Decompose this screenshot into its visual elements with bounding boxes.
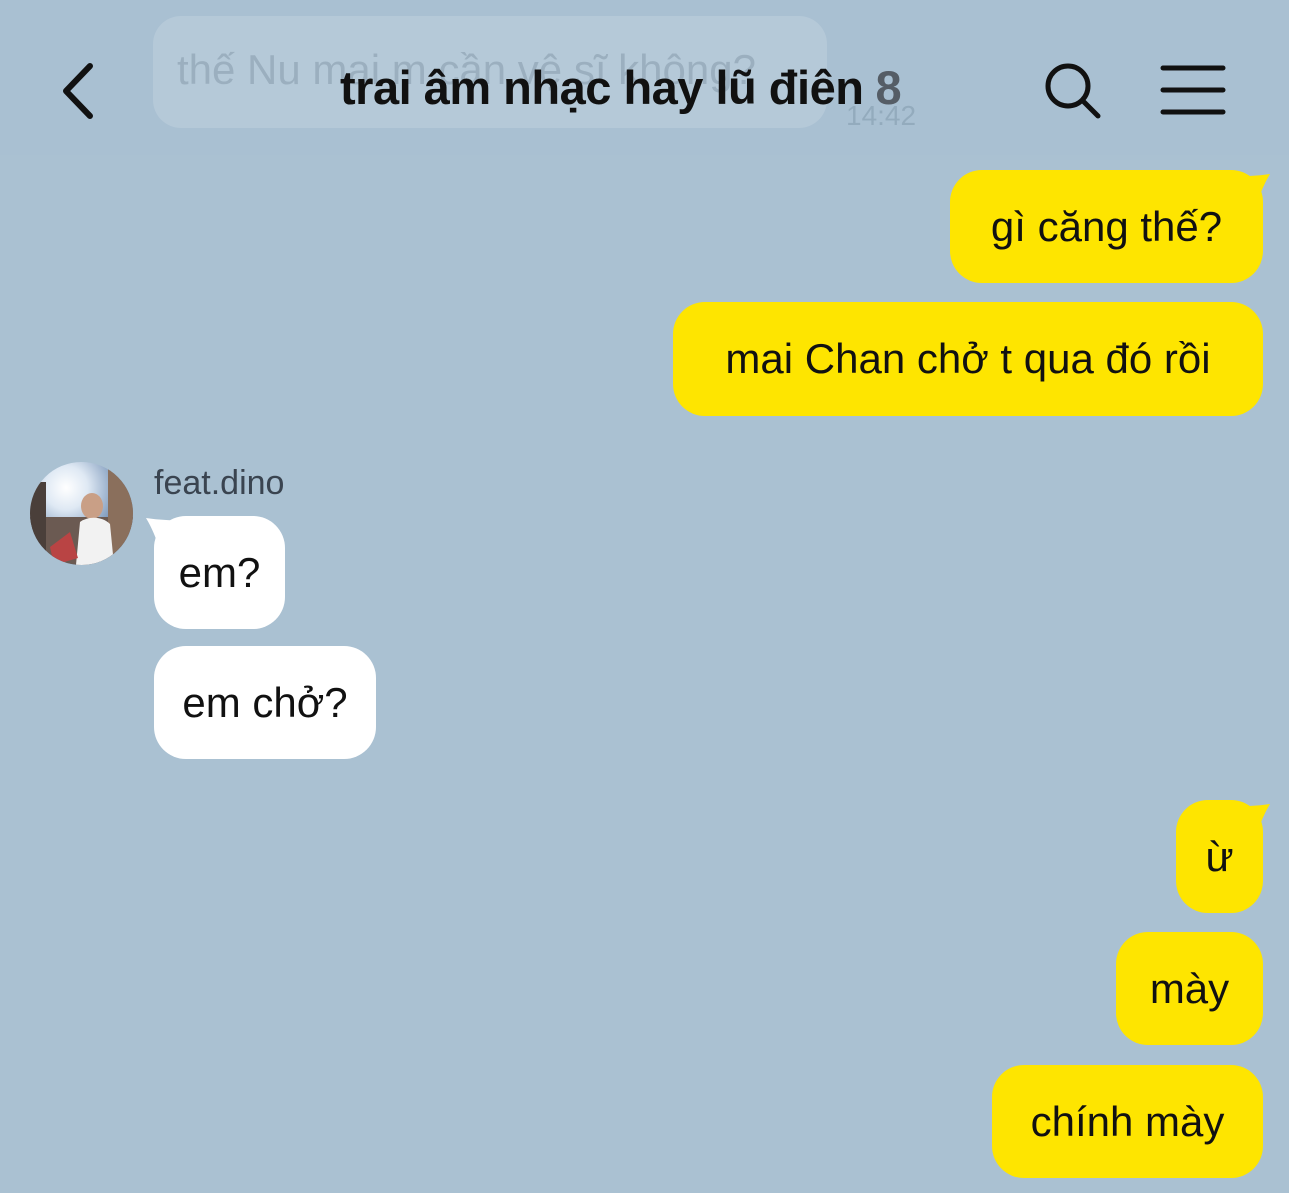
sender-avatar[interactable]: [30, 462, 133, 565]
their-message-bubble[interactable]: em?: [154, 516, 285, 629]
my-message-bubble[interactable]: ừ: [1176, 800, 1263, 913]
avatar-photo: [30, 462, 133, 565]
search-icon: [1045, 63, 1101, 119]
my-message-bubble[interactable]: mày: [1116, 932, 1263, 1045]
hamburger-menu-icon: [1160, 65, 1226, 115]
message-text: mai Chan chở t qua đó rồi: [725, 335, 1211, 382]
back-button[interactable]: [52, 56, 112, 126]
chat-name: trai âm nhạc hay lũ điên: [340, 61, 864, 114]
message-text: gì căng thế?: [990, 202, 1223, 250]
my-message-bubble[interactable]: gì căng thế?: [950, 170, 1263, 283]
menu-button[interactable]: [1158, 62, 1228, 118]
message-text: em chở?: [182, 678, 348, 726]
my-message-bubble[interactable]: mai Chan chở t qua đó rồi: [673, 302, 1263, 416]
search-button[interactable]: [1040, 58, 1106, 124]
chat-title: trai âm nhạc hay lũ điên 8: [340, 60, 902, 115]
sender-name: feat.dino: [154, 464, 285, 502]
chat-header: thế Nu mai m cần vệ sĩ không? 14:42 trai…: [0, 0, 1289, 155]
member-count: 8: [875, 61, 902, 114]
message-text: mày: [1149, 964, 1230, 1012]
their-message-bubble[interactable]: em chở?: [154, 646, 376, 759]
my-message-bubble[interactable]: chính mày: [992, 1065, 1263, 1178]
message-text: ừ: [1205, 832, 1234, 880]
message-text: chính mày: [1030, 1097, 1225, 1145]
chevron-left-icon: [63, 63, 93, 119]
message-text: em?: [178, 548, 261, 596]
